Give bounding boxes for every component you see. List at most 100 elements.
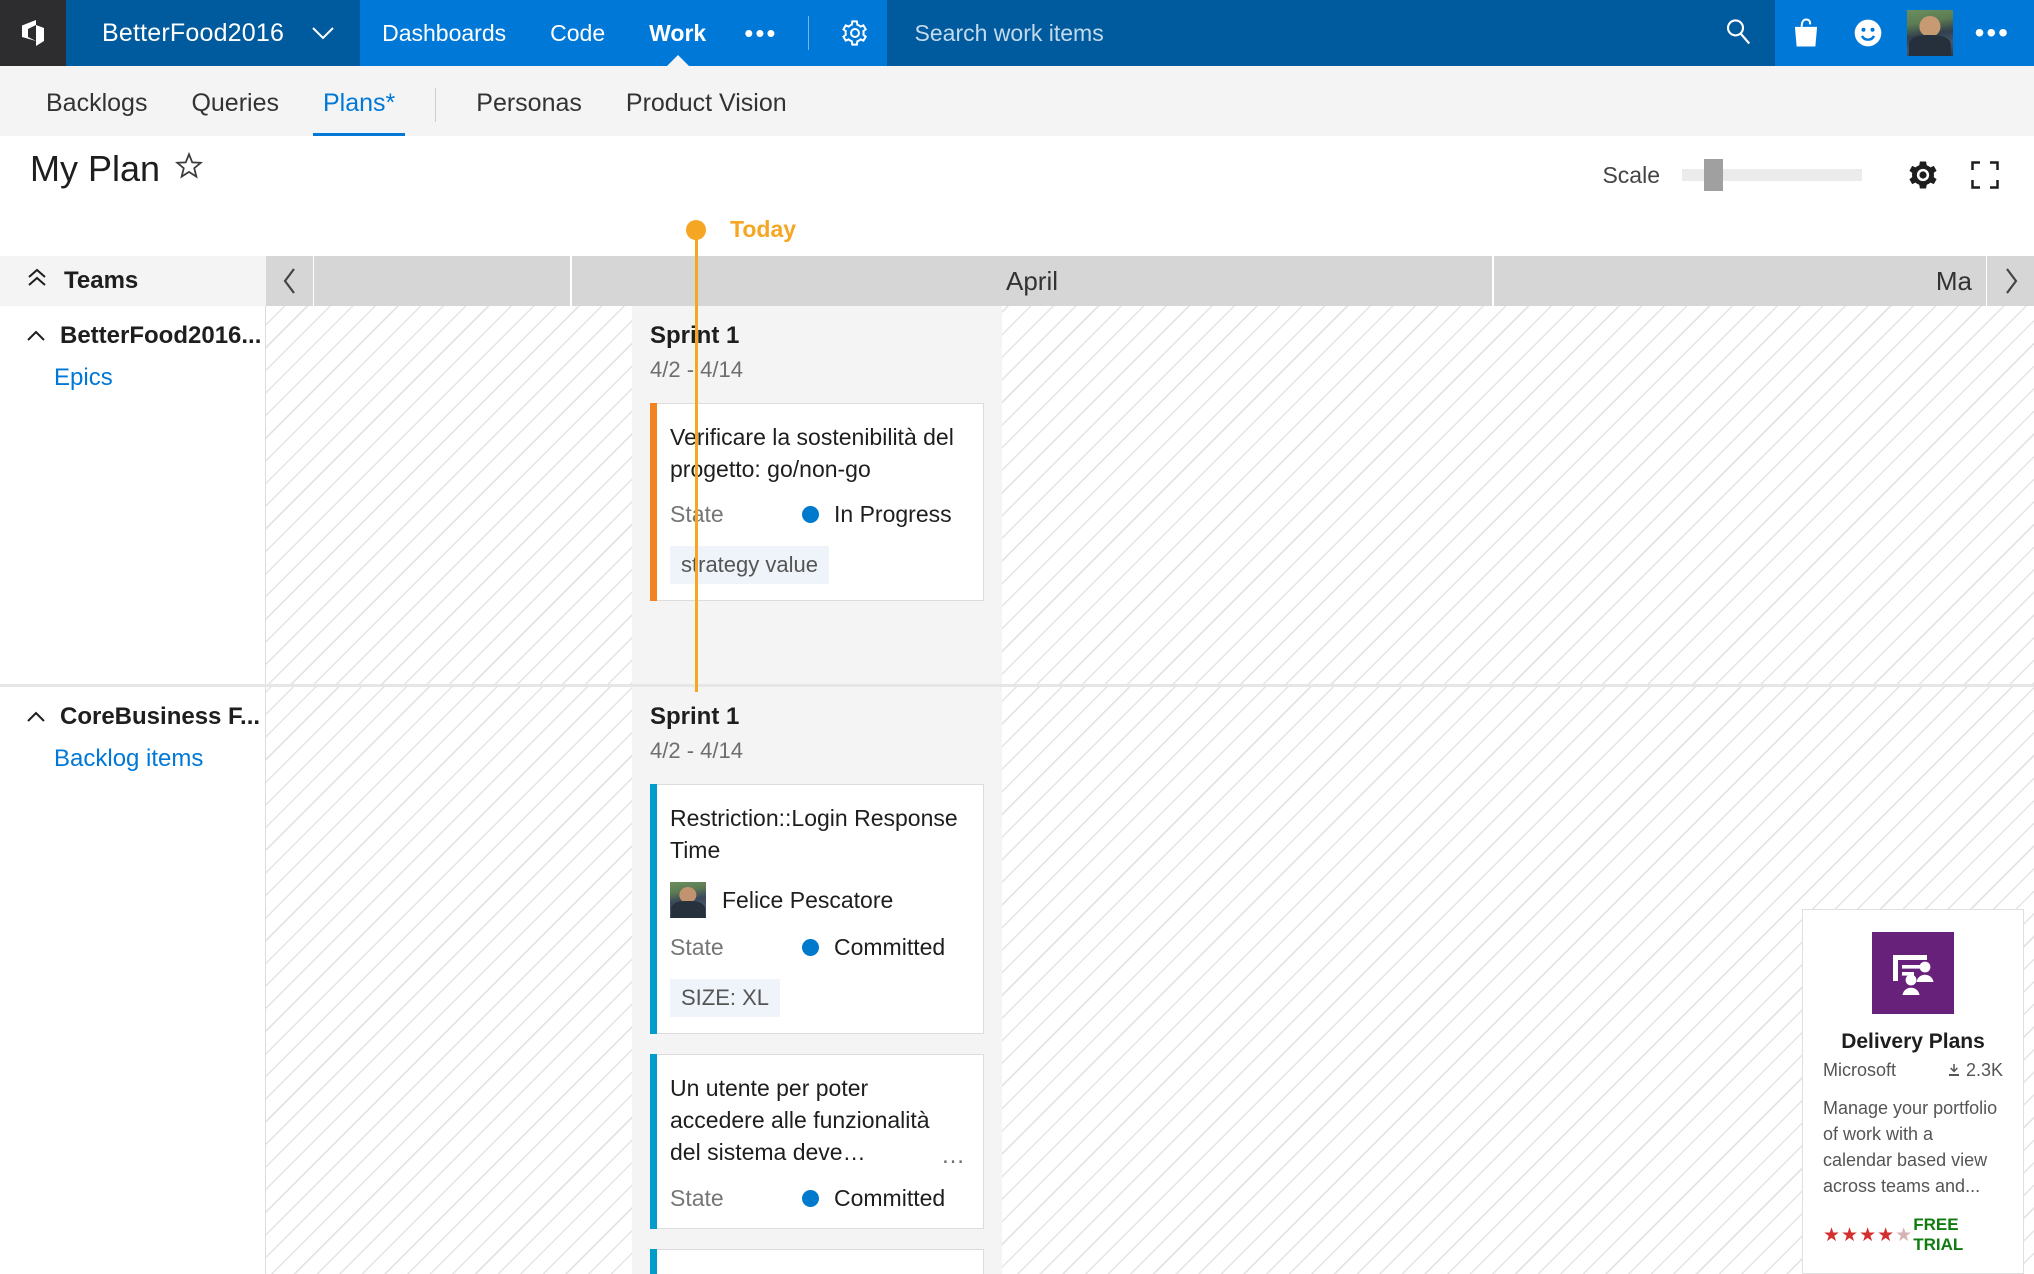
azure-devops-logo-icon[interactable] — [0, 0, 66, 66]
nav-label: Work — [649, 19, 707, 46]
state-dot-icon — [802, 939, 819, 957]
backlog-level-link[interactable]: Backlog items — [54, 745, 255, 773]
timeline-column-header: Teams April Ma — [0, 256, 2034, 306]
work-item-tag[interactable]: strategy value — [670, 546, 829, 585]
marketplace-button[interactable] — [1775, 0, 1837, 66]
subnav-label: Backlogs — [46, 89, 148, 117]
primary-nav: Dashboards Code Work ••• — [360, 0, 887, 66]
work-item-title: Individuare Tecnologie e — [670, 1268, 963, 1274]
rating-stars: ★★★★★ — [1823, 1224, 1913, 1247]
team-name-label: CoreBusiness F... — [60, 703, 261, 730]
month-cell-may: Ma — [1494, 256, 1986, 306]
extension-title: Delivery Plans — [1841, 1029, 1985, 1053]
marketplace-promo-card[interactable]: Delivery Plans Microsoft 2.3K Manage you… — [1802, 908, 2024, 1274]
subnav-item-queries[interactable]: Queries — [169, 89, 301, 136]
work-item-tag[interactable]: SIZE: XL — [670, 979, 781, 1018]
state-label: State — [670, 501, 802, 528]
work-item-card[interactable]: Un utente per poter accedere alle funzio… — [650, 1054, 984, 1229]
work-item-state: State In Progress — [670, 501, 963, 528]
assignee-name: Felice Pescatore — [722, 886, 894, 913]
month-label: April — [1005, 265, 1058, 296]
team-label-cell: BetterFood2016... Epics — [0, 306, 266, 684]
scale-label: Scale — [1602, 161, 1660, 188]
page-title-row: My Plan Scale — [0, 136, 2034, 210]
lane-empty-after — [1002, 306, 2034, 684]
project-selector[interactable]: BetterFood2016 — [66, 0, 361, 66]
more-options-label: ••• — [1974, 17, 2010, 48]
nav-item-more[interactable]: ••• — [728, 0, 793, 66]
scale-slider[interactable] — [1682, 159, 1862, 191]
chevron-up-icon[interactable] — [26, 322, 46, 350]
work-item-state: State Committed — [670, 934, 963, 961]
subnav-label: Plans* — [323, 89, 396, 117]
backlog-level-label: Epics — [54, 364, 113, 391]
today-label: Today — [730, 216, 797, 242]
team-label-cell: CoreBusiness F... Backlog items — [0, 687, 266, 1274]
nav-label: ••• — [744, 17, 778, 48]
teams-header-label: Teams — [64, 267, 139, 294]
backlog-level-link[interactable]: Epics — [54, 364, 255, 392]
work-item-card[interactable]: Individuare Tecnologie e — [650, 1248, 984, 1274]
download-icon — [1948, 1064, 1959, 1077]
work-item-card[interactable]: Restriction::Login Response Time Felice … — [650, 784, 984, 1035]
nav-label: Dashboards — [382, 19, 507, 46]
fullscreen-button[interactable] — [1954, 150, 2016, 200]
plan-settings-button[interactable] — [1892, 150, 1954, 200]
star-outline-icon[interactable] — [174, 148, 204, 190]
secondary-nav: Backlogs Queries Plans* Personas Product… — [0, 66, 2034, 136]
chevron-left-icon[interactable] — [266, 256, 314, 306]
chevron-down-icon — [312, 26, 334, 40]
state-value: In Progress — [834, 501, 952, 528]
timeline-lane: Sprint 1 4/2 - 4/14 Verificare la sosten… — [266, 306, 2034, 684]
extension-downloads: 2.3K — [1947, 1060, 2003, 1081]
extension-footer: ★★★★★ FREE TRIAL — [1823, 1215, 2003, 1255]
work-item-title: Un utente per poter accedere alle funzio… — [670, 1075, 930, 1165]
avatar[interactable] — [1906, 10, 1953, 56]
subnav-item-plans[interactable]: Plans* — [301, 89, 417, 136]
double-chevron-up-icon[interactable] — [26, 267, 48, 295]
teams-header[interactable]: Teams — [0, 256, 266, 306]
state-label: State — [670, 1184, 724, 1211]
work-item-title: Restriction::Login Response Time — [670, 805, 958, 863]
lane-empty-before — [266, 687, 632, 1274]
scale-controls: Scale — [1602, 150, 2034, 200]
page-title-label: My Plan — [30, 148, 161, 189]
today-line — [695, 236, 698, 692]
nav-item-dashboards[interactable]: Dashboards — [360, 0, 528, 66]
team-row: CoreBusiness F... Backlog items Sprint 1… — [0, 687, 2034, 1274]
work-item-card[interactable]: Verificare la sostenibilità del progetto… — [650, 403, 984, 602]
free-trial-badge[interactable]: FREE TRIAL — [1913, 1215, 2003, 1255]
gear-icon — [841, 20, 867, 46]
lane-empty-before — [266, 306, 632, 684]
team-name[interactable]: BetterFood2016... — [26, 322, 261, 350]
sprint-dates: 4/2 - 4/14 — [650, 357, 743, 382]
subnav-divider — [435, 88, 437, 122]
rating-star-half: ★ — [1895, 1224, 1914, 1246]
smiley-face-icon — [1854, 19, 1881, 47]
sprint-column: Sprint 1 4/2 - 4/14 Verificare la sosten… — [632, 306, 1002, 684]
shopping-bag-icon — [1794, 18, 1817, 47]
search-icon[interactable] — [1723, 16, 1753, 51]
scale-slider-thumb[interactable] — [1704, 159, 1723, 191]
month-cell-april: April — [572, 256, 1494, 306]
team-name[interactable]: CoreBusiness F... — [26, 703, 260, 731]
chevron-up-icon[interactable] — [26, 703, 46, 731]
team-name-label: BetterFood2016... — [60, 322, 262, 349]
subnav-item-personas[interactable]: Personas — [454, 89, 604, 136]
nav-item-code[interactable]: Code — [528, 0, 627, 66]
admin-settings-button[interactable] — [822, 0, 887, 66]
search-container[interactable] — [886, 0, 1775, 66]
sprint-dates: 4/2 - 4/14 — [650, 738, 743, 763]
subnav-item-product-vision[interactable]: Product Vision — [604, 89, 809, 136]
nav-label: Code — [550, 19, 606, 46]
rating-stars-full: ★★★★ — [1823, 1224, 1896, 1246]
top-right-actions: ••• — [1774, 0, 2034, 66]
state-dot-icon — [802, 1189, 819, 1207]
more-options-button[interactable]: ••• — [1961, 17, 2024, 49]
help-button[interactable] — [1837, 0, 1899, 66]
chevron-right-icon[interactable] — [1986, 256, 2034, 306]
subnav-item-backlogs[interactable]: Backlogs — [24, 89, 169, 136]
nav-item-work[interactable]: Work — [627, 0, 728, 66]
search-input[interactable] — [914, 19, 1713, 47]
sprint-name: Sprint 1 — [650, 322, 740, 349]
